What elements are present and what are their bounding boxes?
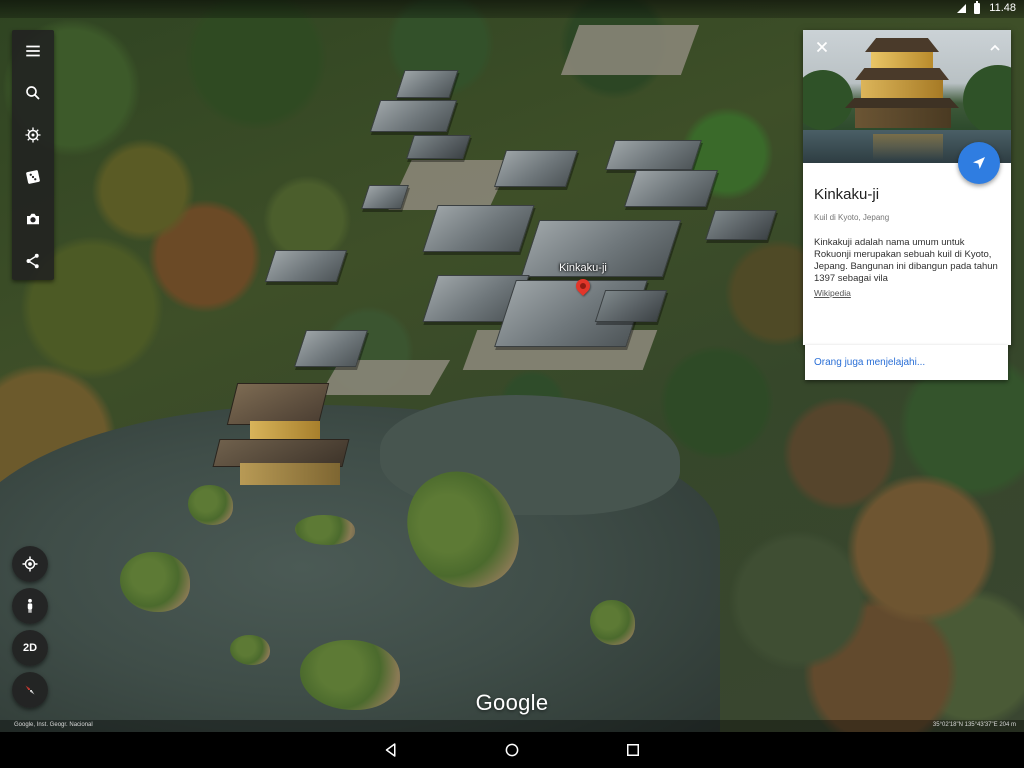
temple-roof — [493, 150, 579, 187]
place-description: Kinkakuji adalah nama umum untuk Rokuonj… — [814, 237, 998, 284]
temple-roof — [395, 70, 459, 98]
pegman-icon — [27, 598, 33, 613]
voyager-icon — [25, 127, 41, 143]
temple-roof — [705, 210, 777, 240]
temple-roof — [264, 250, 348, 282]
place-title: Kinkaku-ji — [814, 186, 880, 203]
island — [590, 600, 635, 645]
temple-roof — [605, 140, 702, 170]
island — [120, 552, 190, 612]
battery-icon — [974, 1, 980, 14]
dice-icon — [26, 170, 40, 184]
android-nav-bar — [0, 732, 1024, 768]
island — [295, 515, 355, 545]
menu-button[interactable] — [12, 30, 54, 72]
my-location-icon — [22, 556, 38, 572]
my-location-button[interactable] — [12, 546, 48, 582]
side-toolbar — [12, 30, 54, 280]
explore-more-card[interactable]: Orang juga menjelajahi... — [805, 345, 1008, 380]
knowledge-card[interactable]: Kinkaku-ji Kuil di Kyoto, Jepang Kinkaku… — [803, 30, 1011, 345]
signal-icon — [957, 4, 966, 13]
send-icon — [973, 157, 985, 169]
attribution-bar — [0, 720, 1024, 732]
imagery-attribution: Google, Inst. Geogr. Nacional — [14, 722, 93, 728]
temple-roof — [369, 100, 458, 132]
google-watermark: Google — [475, 690, 549, 715]
temple-roof — [422, 205, 535, 252]
island — [230, 635, 270, 665]
golden-pavilion[interactable] — [210, 383, 360, 493]
temple-roof — [594, 290, 668, 322]
fly-to-button[interactable] — [958, 142, 1000, 184]
explore-more-link[interactable]: Orang juga menjelajahi... — [814, 357, 925, 368]
feeling-lucky-button[interactable] — [12, 156, 54, 198]
place-subtitle: Kuil di Kyoto, Jepang — [814, 213, 890, 222]
chevron-up-icon[interactable] — [987, 40, 1003, 56]
recents-icon[interactable] — [624, 741, 642, 759]
clock: 11.48 — [989, 2, 1016, 14]
screenshot-button[interactable] — [12, 198, 54, 240]
temple-roof — [293, 330, 369, 367]
mode-2d-button[interactable]: 2D — [12, 630, 48, 666]
close-icon[interactable] — [813, 38, 831, 56]
share-button[interactable] — [12, 240, 54, 282]
share-icon — [26, 253, 39, 269]
compass-button[interactable] — [12, 672, 48, 708]
source-link[interactable]: Wikipedia — [814, 288, 851, 298]
menu-icon — [26, 45, 40, 57]
temple-roof — [406, 135, 471, 159]
courtyard — [560, 25, 700, 75]
camera-icon — [27, 213, 39, 225]
street-view-button[interactable] — [12, 588, 48, 624]
voyager-button[interactable] — [12, 114, 54, 156]
back-icon[interactable] — [382, 741, 400, 759]
mode-2d-label: 2D — [22, 642, 38, 654]
search-button[interactable] — [12, 72, 54, 114]
home-icon[interactable] — [503, 741, 521, 759]
status-bar: 11.48 — [0, 0, 1024, 18]
temple-roof — [623, 170, 719, 207]
compass-icon — [25, 685, 35, 695]
place-pin-label[interactable]: Kinkaku-ji — [559, 262, 607, 274]
temple-roof — [361, 185, 409, 209]
coordinates-readout: 35°02'18"N 135°43'37"E 204 m — [932, 722, 1016, 728]
search-icon — [26, 86, 40, 100]
